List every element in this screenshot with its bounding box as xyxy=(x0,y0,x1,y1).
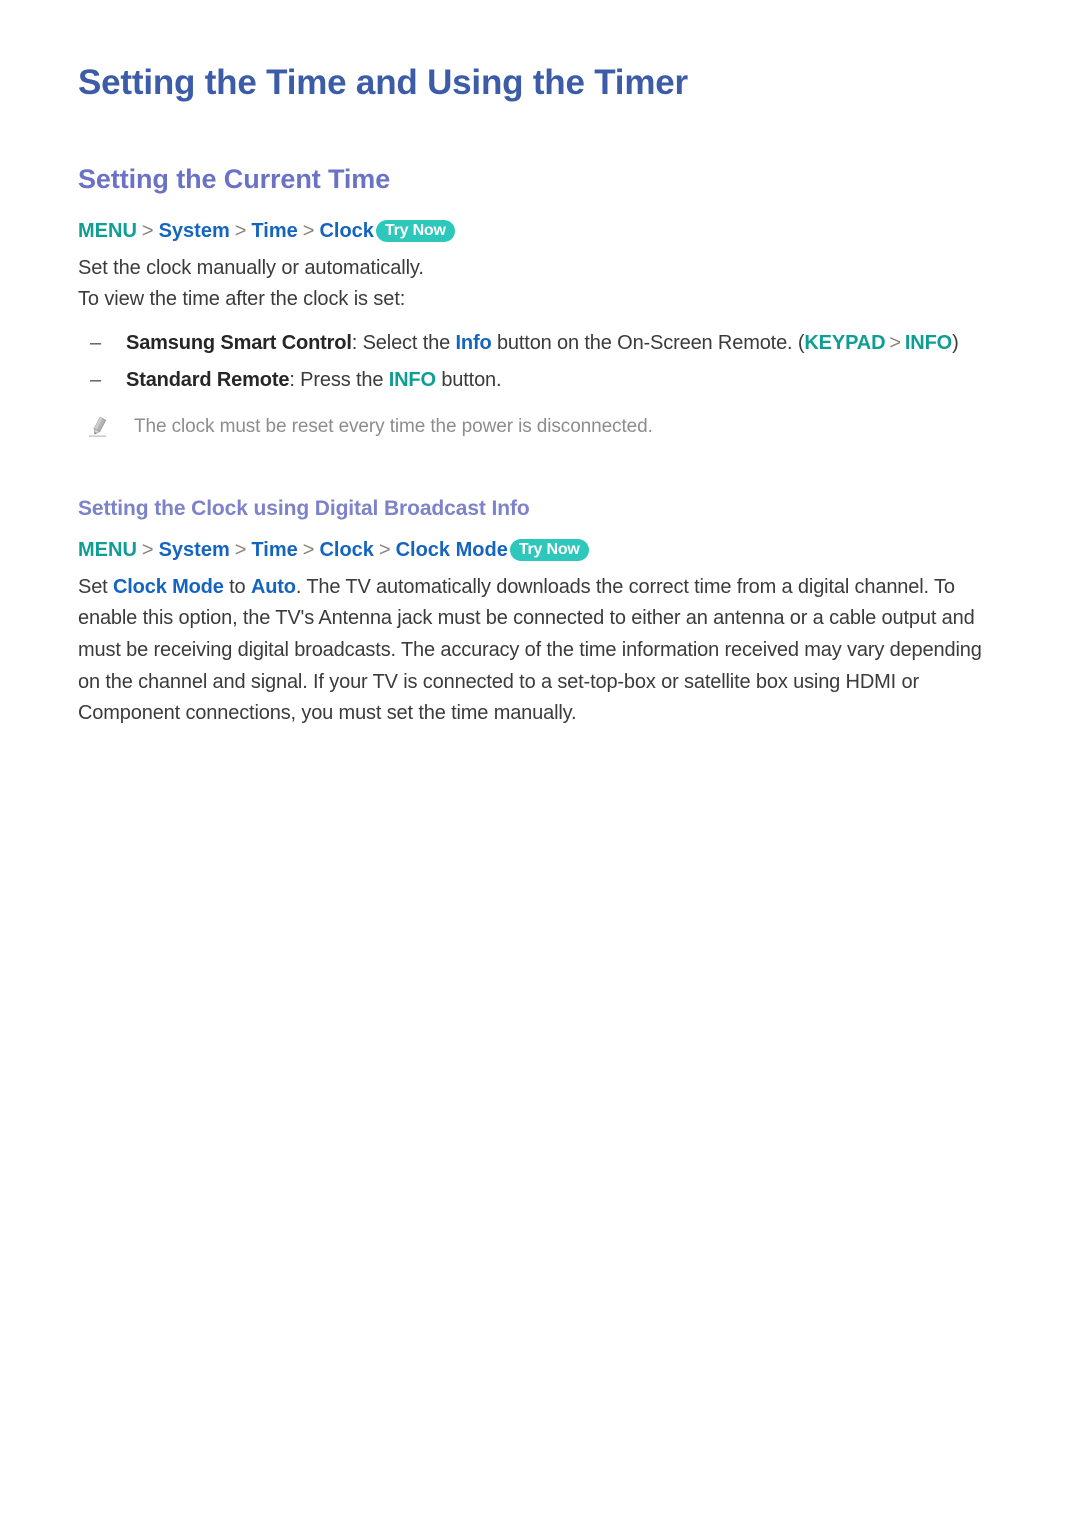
keypad-reference: KEYPAD xyxy=(804,331,886,354)
menu-path-item-system[interactable]: System xyxy=(159,220,230,242)
menu-path-root[interactable]: MENU xyxy=(78,539,137,561)
list-item-text: button. xyxy=(435,369,502,392)
list-item: – Samsung Smart Control: Select the Info … xyxy=(78,328,1002,360)
clock-mode-reference: Clock Mode xyxy=(112,575,224,598)
section-paragraph: Set Clock Mode to Auto. The TV automatic… xyxy=(78,572,1002,730)
document-page: Setting the Time and Using the Timer Set… xyxy=(0,0,1080,1527)
menu-path-item-time[interactable]: Time xyxy=(251,220,297,242)
note-text: The clock must be reset every time the p… xyxy=(134,416,653,438)
section-setting-the-clock-using-digital-broadcast-info: Setting the Clock using Digital Broadcas… xyxy=(78,496,1002,730)
pencil-icon xyxy=(88,416,108,438)
menu-path-separator: > xyxy=(234,219,247,242)
paragraph-mid: to xyxy=(223,575,251,598)
menu-path-item-clock-mode[interactable]: Clock Mode xyxy=(396,539,508,561)
paren-close: ) xyxy=(952,331,959,354)
menu-path-separator: > xyxy=(234,538,247,561)
list-item-text: Press the xyxy=(294,369,389,392)
menu-path-clock: MENU > System > Time > Clock Try Now xyxy=(78,218,1002,245)
menu-path-separator: > xyxy=(141,219,154,242)
menu-path-item-clock[interactable]: Clock xyxy=(319,220,373,242)
menu-path-item-system[interactable]: System xyxy=(159,539,230,561)
info-button-reference: Info xyxy=(455,331,492,354)
list-item-text: button on the On-Screen Remote. xyxy=(491,331,798,354)
auto-reference: Auto xyxy=(250,575,296,598)
section-setting-the-current-time: Setting the Current Time MENU > System > Tim… xyxy=(78,163,1002,441)
menu-path-separator: > xyxy=(302,219,315,242)
info-reference: INFO xyxy=(904,331,953,354)
inline-arrow-separator: > xyxy=(889,331,901,354)
list-item-term: Samsung Smart Control xyxy=(126,331,352,354)
paragraph-rest: . The TV automatically downloads the cor… xyxy=(78,575,982,725)
paragraph-lead: Set xyxy=(78,575,113,598)
try-now-badge[interactable]: Try Now xyxy=(375,219,455,242)
menu-path-separator: > xyxy=(378,538,391,561)
note-row: The clock must be reset every time the p… xyxy=(78,413,1002,442)
try-now-badge[interactable]: Try Now xyxy=(509,538,589,561)
menu-path-clock-mode: MENU > System > Time > Clock > Clock Mode Try Now xyxy=(78,537,1002,564)
menu-path-root[interactable]: MENU xyxy=(78,220,137,242)
dash-marker: – xyxy=(90,369,101,392)
dash-marker: – xyxy=(90,331,101,354)
list-item-term: Standard Remote xyxy=(126,369,290,392)
body-line: To view the time after the clock is set: xyxy=(78,288,406,311)
section-heading: Setting the Current Time xyxy=(78,164,391,195)
info-reference: INFO xyxy=(388,369,436,392)
list-item: – Standard Remote: Press the INFO button. xyxy=(78,365,1002,397)
menu-path-item-clock[interactable]: Clock xyxy=(319,539,373,561)
page-title: Setting the Time and Using the Timer xyxy=(78,63,688,102)
sub-heading: Setting the Clock using Digital Broadcas… xyxy=(78,496,530,520)
body-line: Set the clock manually or automatically. xyxy=(78,256,424,279)
menu-path-separator: > xyxy=(141,538,154,561)
menu-path-separator: > xyxy=(302,538,315,561)
remote-instructions-list: – Samsung Smart Control: Select the Info … xyxy=(78,328,1002,397)
menu-path-item-time[interactable]: Time xyxy=(251,539,297,561)
list-item-text: Select the xyxy=(357,331,456,354)
